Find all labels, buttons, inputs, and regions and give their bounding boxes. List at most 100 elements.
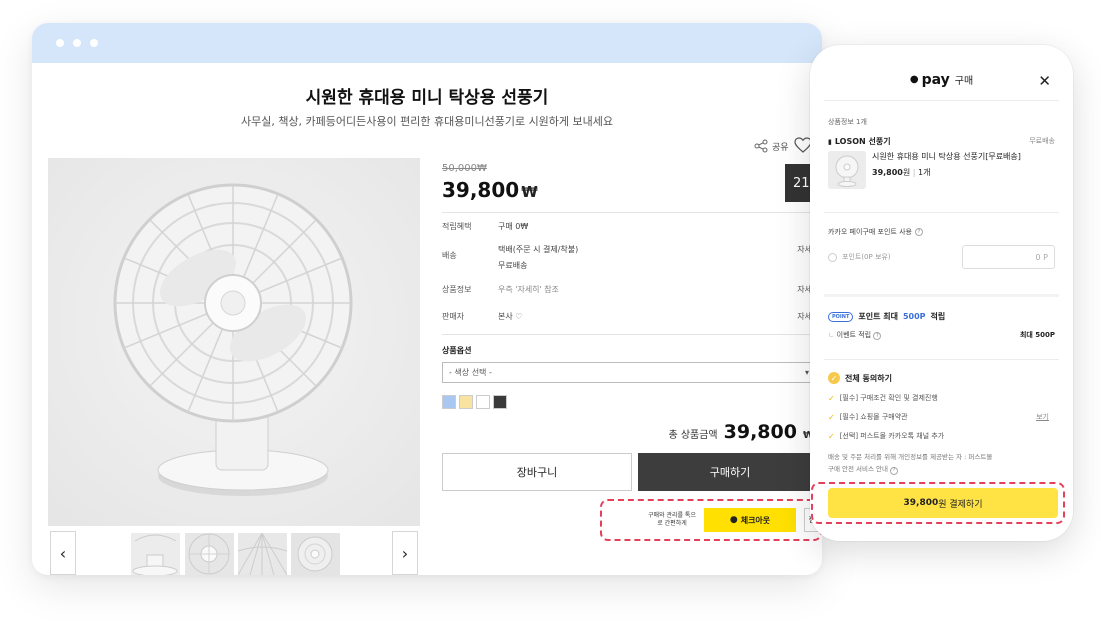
agree-item[interactable]: ✓ [필수] 구매조건 확인 및 결제진행 (828, 393, 1055, 403)
swatch-white[interactable] (476, 394, 490, 409)
check-icon: ✓ (828, 412, 835, 422)
agree-item-label: [선택] 퍼스트몰 카카오톡 채널 추가 (839, 432, 945, 440)
kakao-checkout-label: 체크아웃 (740, 515, 771, 525)
item-price: 39,800원 | 1개 (872, 168, 931, 177)
agreement-section: ✓ 전체 동의하기 ✓ [필수] 구매조건 확인 및 결제진행 ✓ [필수] 쇼… (828, 372, 1055, 476)
fan-image (48, 158, 420, 526)
notice-line: 배송 및 주문 처리를 위해 개인정보를 제공받는 자 : 퍼스트몰 (828, 453, 993, 461)
talk-bubble-icon: ● (729, 515, 738, 525)
checkout-description: 구매와 관리를 톡으로 간편하게 (648, 512, 696, 527)
divider (442, 333, 822, 335)
window-dot (73, 39, 81, 47)
buy-now-button[interactable]: 구매하기 (637, 452, 822, 491)
point-input[interactable]: 0 P (962, 245, 1055, 269)
swatch-yellow[interactable] (459, 394, 473, 409)
add-to-cart-button[interactable]: 장바구니 (442, 452, 632, 491)
agree-item-label: [필수] 쇼핑몰 구매약관 (839, 413, 908, 421)
thumbnail[interactable] (291, 533, 340, 575)
item-details: 시원한 휴대용 미니 탁상용 선풍기[무료배송] 39,800원 | 1개 (872, 151, 1021, 189)
order-item: 시원한 휴대용 미니 탁상용 선풍기[무료배송] 39,800원 | 1개 (828, 151, 1055, 189)
check-icon: ✓ (828, 393, 835, 403)
agree-item[interactable]: ✓ [선택] 퍼스트몰 카카오톡 채널 추가 (828, 431, 1055, 441)
view-terms-link[interactable]: 보기 (1036, 412, 1049, 422)
product-subtitle: 사무실, 책상, 카페등어디든사용이 편리한 휴대용미니선풍기로 시원하게 보내… (240, 115, 614, 128)
close-icon[interactable]: ✕ (1038, 72, 1051, 90)
agree-all-checkbox[interactable]: ✓ 전체 동의하기 (828, 372, 1055, 384)
seller-heart-icon[interactable]: ♡ (515, 312, 522, 321)
pay-submit-button[interactable]: 39,800 원 결제하기 (828, 488, 1058, 518)
info-value: 구매 0₩ (498, 222, 529, 231)
safe-service-link[interactable]: 구매 안전 서비스 안내 (828, 465, 888, 473)
original-price: 50,000₩ (442, 163, 487, 174)
pay-title: 구매 (954, 76, 974, 87)
store-icon: ▮ (828, 137, 832, 146)
product-title: 시원한 휴대용 미니 탁상용 선풍기 (305, 88, 549, 108)
info-value: 본사 ♡ (498, 311, 822, 324)
shipping-fee: 무료배송 (498, 260, 528, 270)
info-value: 우측 '자세히' 참조 (498, 285, 560, 295)
info-label: 판매자 (442, 312, 465, 322)
share-button[interactable]: 공유 (754, 139, 789, 153)
help-icon[interactable]: ? (914, 228, 923, 236)
info-row-points: 적립혜택 구매 0₩ (442, 221, 822, 234)
event-label: 이벤트 적립 (836, 331, 872, 339)
share-label: 공유 (772, 142, 789, 153)
item-qty: 1개 (918, 168, 931, 177)
chevron-right-icon: › (401, 543, 409, 563)
thumbnail[interactable] (185, 533, 234, 575)
total-label: 총 상품금액 (668, 429, 718, 441)
point-max-value: 500P (902, 312, 926, 321)
info-row-seller: 판매자 본사 ♡ 자세 (442, 311, 822, 324)
swatch-black[interactable] (493, 394, 507, 409)
point-option-label: 포인트(0P 보유) (842, 253, 891, 261)
thumbnail[interactable] (238, 533, 287, 575)
kakao-checkout-button[interactable]: ● 체크아웃 (704, 508, 796, 532)
item-thumbnail (828, 151, 866, 189)
fan-thumbnail-icon (291, 533, 340, 575)
divider (824, 212, 1059, 213)
total-price-row: 총 상품금액 39,800 ₩ (442, 421, 822, 443)
window-dot (56, 39, 64, 47)
divider (442, 212, 822, 213)
item-price-unit: 원 (902, 168, 911, 177)
fan-thumbnail-icon (828, 151, 866, 189)
product-main-image (48, 158, 420, 526)
swatch-blue[interactable] (442, 394, 456, 409)
check-circle-icon: ✓ (828, 372, 840, 384)
shipping-method: 택배(주문 시 결제/착불) (498, 244, 579, 254)
seller-row: ▮ LOSON 선풍기 무료배송 (828, 136, 1055, 147)
chevron-down-icon: ▾ (804, 367, 809, 377)
point-badge: POINT (828, 311, 854, 322)
help-icon[interactable]: ? (873, 332, 882, 340)
point-max-suffix: 적립 (930, 312, 946, 321)
order-items-section: 상품정보 1개 ▮ LOSON 선풍기 무료배송 시원한 휴대용 미니 탁상용 … (828, 117, 1055, 189)
event-value: 최대 500P (1019, 331, 1055, 339)
point-radio[interactable]: 포인트(0P 보유) (828, 252, 891, 262)
option-title: 상품옵션 (442, 345, 472, 355)
thumbnail-next-button[interactable]: › (392, 531, 418, 575)
shipping-badge: 무료배송 (1029, 137, 1055, 145)
kakao-pay-screen: ● pay 구매 ✕ 상품정보 1개 ▮ LOSON 선풍기 무료배송 시원한 … (824, 59, 1059, 527)
info-label: 배송 (442, 250, 457, 260)
purchase-buttons: 장바구니 구매하기 (442, 452, 822, 491)
fan-thumbnail-icon (185, 533, 234, 575)
total-value: 39,800 (723, 420, 797, 443)
color-select-value: - 색상 선택 - (449, 367, 492, 377)
kakao-pay-logo: ● pay 구매 (910, 72, 973, 88)
fan-thumbnail-icon (238, 533, 287, 575)
agree-item[interactable]: ✓ [필수] 쇼핑몰 구매약관 보기 (828, 412, 1055, 422)
color-select[interactable]: - 색상 선택 - ▾ (442, 361, 814, 383)
pay-brand: pay (921, 71, 950, 88)
pay-suffix: 원 결제하기 (938, 499, 983, 510)
info-label: 적립혜택 (442, 222, 472, 231)
help-icon[interactable]: ? (890, 467, 899, 476)
thumbnail-prev-button[interactable]: ‹ (50, 531, 76, 575)
privacy-notice: 배송 및 주문 처리를 위해 개인정보를 제공받는 자 : 퍼스트몰 구매 안전… (828, 451, 1055, 476)
divider (824, 359, 1059, 360)
chevron-left-icon: ‹ (59, 543, 67, 563)
thumbnail[interactable] (131, 533, 180, 575)
browser-window: 시원한 휴대용 미니 탁상용 선풍기 사무실, 책상, 카페등어디든사용이 편리… (32, 23, 822, 575)
browser-title-bar (32, 23, 822, 63)
radio-icon (828, 252, 837, 262)
info-label: 상품정보 (442, 285, 472, 295)
